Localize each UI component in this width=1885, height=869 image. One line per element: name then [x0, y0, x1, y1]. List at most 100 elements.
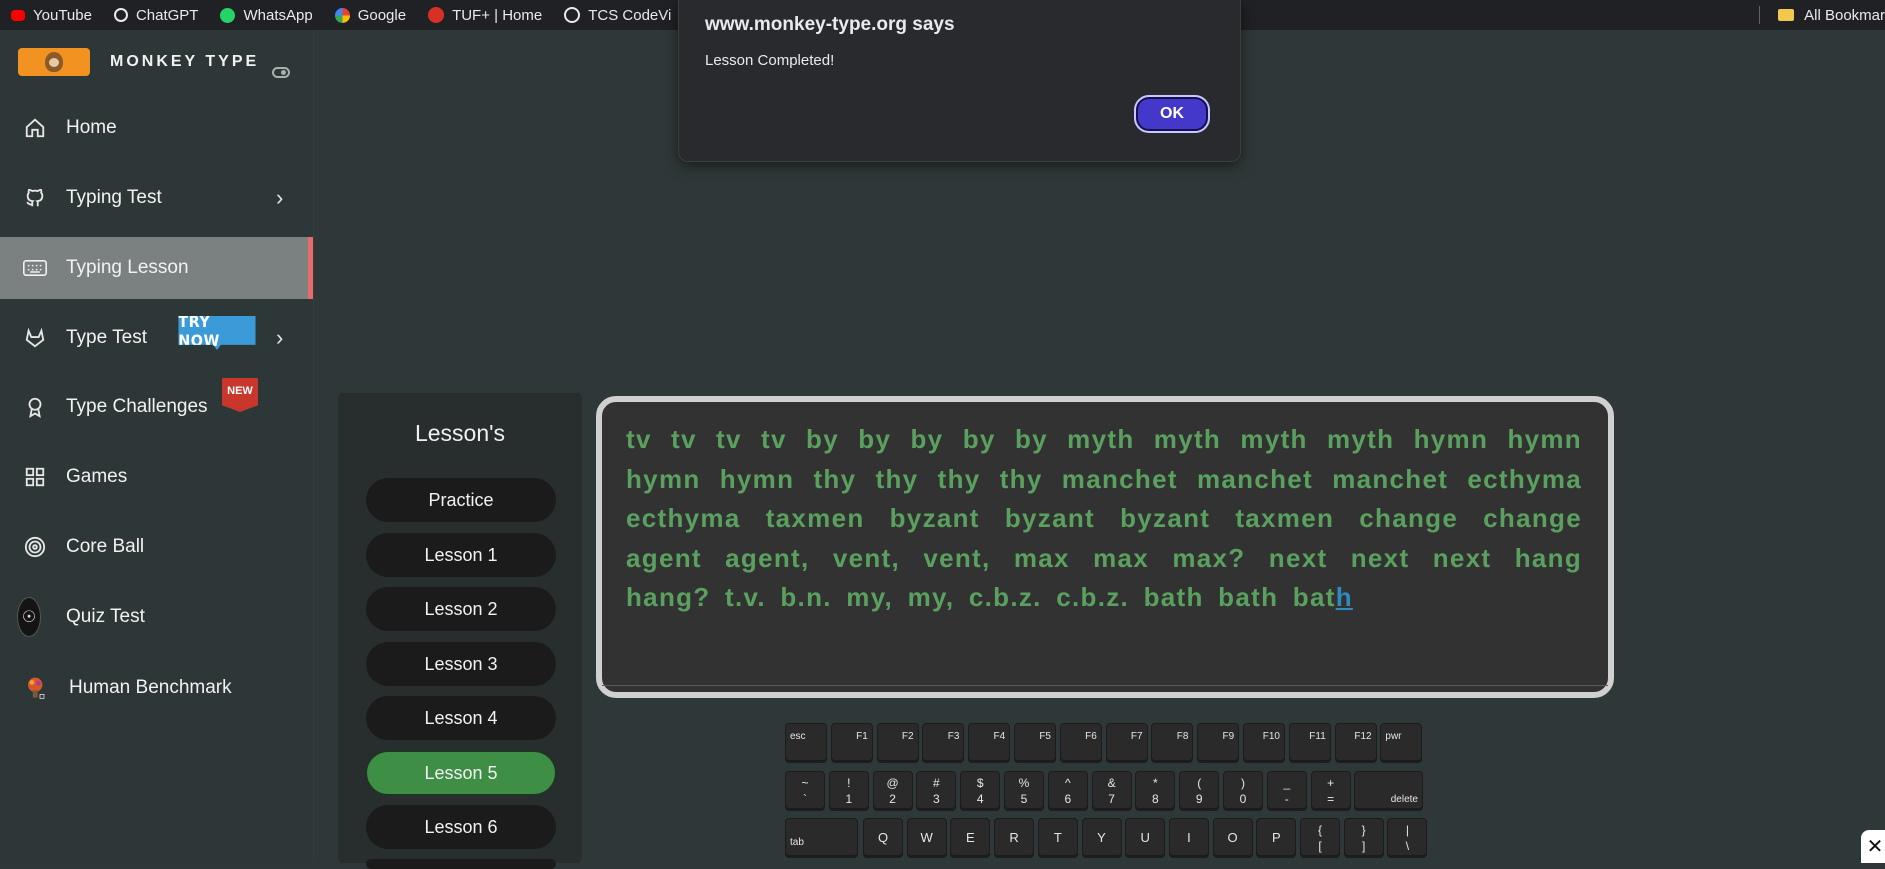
- key-f2[interactable]: F2: [876, 723, 919, 761]
- key-t[interactable]: T: [1037, 818, 1078, 856]
- key-label: pwr: [1385, 731, 1402, 742]
- key-label: [: [1318, 839, 1322, 853]
- key-f6[interactable]: F6: [1059, 723, 1102, 761]
- key-5[interactable]: % 5: [1004, 771, 1044, 809]
- key-0[interactable]: ) 0: [1223, 771, 1263, 809]
- key-symbol[interactable]: }]: [1343, 818, 1384, 856]
- bookmark-chatgpt[interactable]: ChatGPT: [103, 0, 210, 30]
- key-7[interactable]: & 7: [1091, 771, 1132, 809]
- key-o[interactable]: O: [1212, 818, 1253, 856]
- sidebar-item-human-benchmark[interactable]: Human Benchmark: [0, 657, 313, 719]
- sidebar-item-quiz-test[interactable]: ☉ Quiz Test: [0, 586, 313, 648]
- youtube-icon: [11, 9, 25, 21]
- key-label: esc: [790, 731, 806, 742]
- key-f5[interactable]: F5: [1014, 723, 1056, 761]
- sidebar-item-label: Home: [66, 117, 117, 138]
- key-`[interactable]: ~ `: [785, 771, 825, 809]
- try-now-badge[interactable]: TRY NOW: [178, 316, 256, 350]
- key-1[interactable]: ! 1: [828, 771, 869, 809]
- key-label: F4: [993, 731, 1006, 742]
- chevron-right-icon: ›: [276, 185, 284, 210]
- key-label: 1: [845, 792, 853, 806]
- key-delete[interactable]: delete: [1354, 771, 1423, 809]
- key-f7[interactable]: F7: [1105, 723, 1148, 761]
- bookmark-label: TUF+ | Home: [452, 6, 543, 24]
- key-f3[interactable]: F3: [922, 723, 965, 761]
- sidebar-item-home[interactable]: Home: [0, 97, 313, 159]
- google-icon: [334, 7, 350, 23]
- key-label: F10: [1262, 731, 1280, 742]
- key-4[interactable]: $4: [960, 771, 1001, 809]
- lesson-button-5[interactable]: Lesson 5: [366, 751, 556, 795]
- key-symbol[interactable]: {[: [1300, 818, 1340, 856]
- lesson-button-6[interactable]: Lesson 6: [366, 805, 556, 849]
- key-f12[interactable]: F12: [1334, 723, 1377, 761]
- current-character: h: [1335, 582, 1353, 612]
- key-f8[interactable]: F8: [1151, 723, 1194, 761]
- key-label: $: [976, 776, 984, 790]
- sidebar-item-games[interactable]: Games: [0, 446, 313, 508]
- key-label: !: [847, 776, 851, 790]
- key-9[interactable]: (9: [1179, 771, 1220, 809]
- key-3[interactable]: #3: [916, 771, 957, 809]
- key-q[interactable]: Q: [863, 818, 903, 856]
- key-pwr[interactable]: pwr: [1380, 723, 1423, 761]
- key-f10[interactable]: F10: [1243, 723, 1285, 761]
- lesson-button-4[interactable]: Lesson 4: [366, 696, 556, 740]
- key-label: 3: [933, 792, 940, 806]
- key-esc[interactable]: esc: [785, 723, 827, 761]
- key-label: Q: [877, 830, 889, 845]
- lesson-button-2[interactable]: Lesson 2: [366, 587, 556, 631]
- ok-button[interactable]: OK: [1134, 95, 1210, 133]
- key-f4[interactable]: F4: [968, 723, 1011, 761]
- key-f9[interactable]: F9: [1197, 723, 1240, 761]
- key-u[interactable]: U: [1125, 818, 1166, 856]
- key-label: F7: [1130, 731, 1143, 742]
- brand[interactable]: MONKEY TYPE: [18, 48, 259, 76]
- bookmark-tcs[interactable]: TCS CodeVi: [553, 0, 682, 30]
- sidebar-item-core-ball[interactable]: Core Ball: [0, 516, 313, 578]
- key-tab[interactable]: tab: [785, 818, 858, 856]
- lesson-text: tv tv tv tv by by by by by myth myth myt…: [626, 420, 1582, 618]
- key-=[interactable]: + =: [1310, 771, 1351, 809]
- key-r[interactable]: R: [994, 818, 1035, 856]
- key-label: W: [920, 830, 933, 845]
- key-symbol[interactable]: | \: [1387, 818, 1428, 856]
- bookmark-youtube[interactable]: YouTube: [0, 0, 103, 30]
- dialog-title: www.monkey-type.org says: [705, 14, 955, 35]
- key-label: I: [1187, 830, 1191, 845]
- key-f11[interactable]: F11: [1288, 723, 1331, 761]
- key-y[interactable]: Y: [1081, 818, 1122, 856]
- bookmark-tuf[interactable]: TUF+ | Home: [417, 0, 553, 30]
- bookmark-whatsapp[interactable]: WhatsApp: [209, 0, 323, 30]
- key-label: R: [1009, 830, 1019, 845]
- sidebar-item-type-test[interactable]: Type Test TRY NOW ›: [0, 307, 313, 369]
- key-p[interactable]: P: [1256, 818, 1297, 856]
- key-6[interactable]: ^ 6: [1047, 771, 1088, 809]
- bookmark-google[interactable]: Google: [324, 0, 417, 30]
- key-f1[interactable]: F1: [830, 723, 873, 761]
- all-bookmarks[interactable]: All Bookmar: [1759, 0, 1885, 30]
- key-label: 2: [889, 792, 896, 806]
- sidebar-item-typing-lesson[interactable]: Typing Lesson: [0, 237, 313, 299]
- sidebar-item-typing-test[interactable]: Typing Test ›: [0, 167, 313, 229]
- target-icon: [23, 535, 47, 559]
- typing-area[interactable]: tv tv tv tv by by by by by myth myth myt…: [596, 396, 1614, 698]
- keyboard-icon: [23, 256, 47, 280]
- sidebar-item-type-challenges[interactable]: Type Challenges NEW: [0, 376, 313, 438]
- key-w[interactable]: W: [906, 818, 947, 856]
- lesson-button-partial[interactable]: [366, 859, 556, 869]
- lesson-button-1[interactable]: Lesson 1: [366, 533, 556, 577]
- folder-icon: [1778, 9, 1795, 21]
- key-2[interactable]: @2: [872, 771, 913, 809]
- toggle-sidebar-icon[interactable]: [272, 67, 290, 78]
- key--[interactable]: _ -: [1266, 771, 1307, 809]
- lesson-button-3[interactable]: Lesson 3: [366, 642, 556, 686]
- key-e[interactable]: E: [950, 818, 991, 856]
- key-label: {: [1317, 823, 1322, 837]
- close-icon[interactable]: ✕: [1861, 830, 1885, 863]
- chevron-right-icon: ›: [276, 325, 284, 350]
- lesson-button-practice[interactable]: Practice: [366, 478, 556, 522]
- key-8[interactable]: * 8: [1135, 771, 1176, 809]
- key-i[interactable]: I: [1168, 818, 1209, 856]
